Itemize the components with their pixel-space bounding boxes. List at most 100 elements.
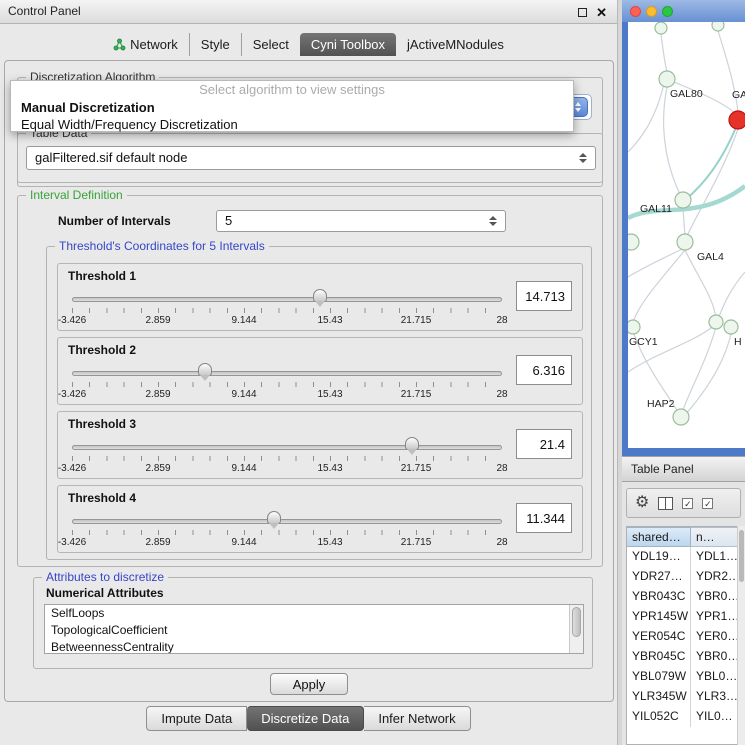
scrollbar-thumb[interactable] — [572, 607, 581, 637]
threshold-slider[interactable]: -3.426 2.859 9.144 15.43 21.715 28 — [72, 510, 502, 550]
scale-label: 15.43 — [317, 389, 342, 400]
scale-label: 2.859 — [145, 463, 170, 474]
network-node[interactable] — [628, 234, 639, 250]
network-node[interactable] — [673, 409, 689, 425]
table-row[interactable]: YDL19… YDL1… — [627, 547, 745, 567]
number-of-intervals-combobox[interactable]: 5 — [216, 210, 506, 232]
group-title: Threshold's Coordinates for 5 Intervals — [55, 239, 269, 253]
combo-stepper-icon[interactable] — [579, 153, 587, 163]
algorithm-dropdown-menu: Select algorithm to view settings Manual… — [10, 80, 574, 132]
table-row[interactable]: YPR145W YPR1… — [627, 607, 745, 627]
table-row[interactable]: YBR045C YBR0… — [627, 647, 745, 667]
scale-label: -3.426 — [58, 315, 86, 326]
network-node[interactable] — [724, 320, 738, 334]
slider-track[interactable] — [72, 371, 502, 376]
tab-jactivemnodules[interactable]: jActiveMNodules — [396, 33, 515, 56]
apply-button[interactable]: Apply — [270, 673, 348, 695]
tab-discretize-data[interactable]: Discretize Data — [247, 706, 364, 731]
close-icon[interactable]: ✕ — [596, 8, 607, 17]
table-cell[interactable]: YIL052C — [627, 707, 691, 727]
dropdown-option-manual-discretization[interactable]: Manual Discretization — [11, 99, 573, 116]
list-item[interactable]: BetweennessCentrality — [45, 639, 583, 654]
control-panel-titlebar: Control Panel ✕ — [0, 0, 617, 24]
slider-track[interactable] — [72, 445, 502, 450]
tab-select[interactable]: Select — [241, 33, 300, 56]
columns-icon[interactable] — [658, 497, 673, 510]
network-window-titlebar[interactable] — [622, 0, 745, 22]
tab-label: Network — [130, 37, 178, 52]
select-all-checkbox-icon[interactable]: ✓ — [682, 498, 693, 509]
table-toolbar: ⚙ ✓ ✓ — [626, 488, 741, 518]
network-node[interactable] — [712, 22, 724, 31]
scale-label: 9.144 — [231, 315, 256, 326]
threshold-value-field[interactable]: 21.4 — [516, 429, 572, 459]
scale-label: 28 — [496, 389, 507, 400]
table-data-combobox[interactable]: galFiltered.sif default node — [26, 146, 596, 170]
table-row[interactable]: YBR043C YBR0… — [627, 587, 745, 607]
table-row[interactable]: YDR27… YDR2… — [627, 567, 745, 587]
network-node[interactable] — [628, 320, 640, 334]
gear-icon[interactable]: ⚙ — [635, 495, 649, 511]
table-cell[interactable]: YLR345W — [627, 687, 691, 707]
list-item[interactable]: SelfLoops — [45, 605, 583, 622]
scrollbar-thumb[interactable] — [739, 530, 744, 582]
network-node[interactable] — [709, 315, 723, 329]
table-cell[interactable]: YBL079W — [627, 667, 691, 687]
table-row[interactable]: YBL079W YBL0… — [627, 667, 745, 687]
cyni-toolbox-panel: Discretization Algorithm Table Data galF… — [4, 60, 614, 702]
table-cell[interactable]: YER054C — [627, 627, 691, 647]
tab-infer-network[interactable]: Infer Network — [364, 706, 470, 731]
combo-stepper-icon[interactable] — [489, 216, 497, 226]
table-cell[interactable]: YBR043C — [627, 587, 691, 607]
slider-thumb[interactable] — [313, 289, 327, 302]
threshold-label: Threshold 3 — [68, 417, 136, 431]
scale-label: -3.426 — [58, 537, 86, 548]
slider-thumb[interactable] — [267, 511, 281, 524]
close-traffic-light-icon[interactable] — [630, 6, 641, 17]
threshold-3-panel: Threshold 3 -3.426 2.859 9.144 15.43 21.… — [57, 411, 583, 479]
group-title: Attributes to discretize — [42, 570, 168, 584]
float-window-icon[interactable] — [578, 8, 587, 17]
column-header[interactable]: shared… — [627, 527, 691, 547]
threshold-slider[interactable]: -3.426 2.859 9.144 15.43 21.715 28 — [72, 362, 502, 402]
list-item[interactable]: TopologicalCoefficient — [45, 622, 583, 639]
network-node[interactable] — [655, 22, 667, 34]
zoom-traffic-light-icon[interactable] — [662, 6, 673, 17]
table-row[interactable]: YIL052C YIL0… — [627, 707, 745, 727]
threshold-slider[interactable]: -3.426 2.859 9.144 15.43 21.715 28 — [72, 288, 502, 328]
threshold-value-field[interactable]: 14.713 — [516, 281, 572, 311]
tab-impute-data[interactable]: Impute Data — [146, 706, 247, 731]
select-column-checkbox-icon[interactable]: ✓ — [702, 498, 713, 509]
network-node[interactable] — [675, 192, 691, 208]
tab-network[interactable]: Network — [102, 33, 189, 56]
slider-thumb[interactable] — [405, 437, 419, 450]
table-row[interactable]: YLR345W YLR3… — [627, 687, 745, 707]
node-table: shared… n… YDL19… YDL1… YDR27… YDR2… YBR… — [626, 526, 745, 745]
scale-label: 9.144 — [231, 389, 256, 400]
network-node[interactable] — [659, 71, 675, 87]
tab-style[interactable]: Style — [189, 33, 241, 56]
minimize-traffic-light-icon[interactable] — [646, 6, 657, 17]
threshold-value-field[interactable]: 6.316 — [516, 355, 572, 385]
thresholds-group: Threshold's Coordinates for 5 Intervals … — [46, 246, 592, 560]
slider-thumb[interactable] — [198, 363, 212, 376]
table-cell[interactable]: YBR045C — [627, 647, 691, 667]
selected-network-node[interactable] — [729, 111, 745, 129]
network-canvas[interactable]: GAL80 GA GAL11 GAL4 GCY1 H HAP2 — [628, 22, 745, 448]
table-cell[interactable]: YDR27… — [627, 567, 691, 587]
threshold-slider[interactable]: -3.426 2.859 9.144 15.43 21.715 28 — [72, 436, 502, 476]
table-cell[interactable]: YDL19… — [627, 547, 691, 567]
threshold-value-field[interactable]: 11.344 — [516, 503, 572, 533]
list-scrollbar[interactable] — [569, 605, 583, 653]
slider-track[interactable] — [72, 519, 502, 524]
table-scrollbar[interactable] — [737, 526, 745, 745]
slider-track[interactable] — [72, 297, 502, 302]
dropdown-option-equal-width[interactable]: Equal Width/Frequency Discretization — [11, 116, 573, 133]
network-node[interactable] — [677, 234, 693, 250]
table-cell[interactable]: YPR145W — [627, 607, 691, 627]
scale-label: 2.859 — [145, 315, 170, 326]
tab-cyni-toolbox[interactable]: Cyni Toolbox — [300, 33, 396, 56]
table-row[interactable]: YER054C YER0… — [627, 627, 745, 647]
numerical-attributes-list[interactable]: SelfLoops TopologicalCoefficient Between… — [44, 604, 584, 654]
screen: Control Panel ✕ Network Style — [0, 0, 745, 745]
